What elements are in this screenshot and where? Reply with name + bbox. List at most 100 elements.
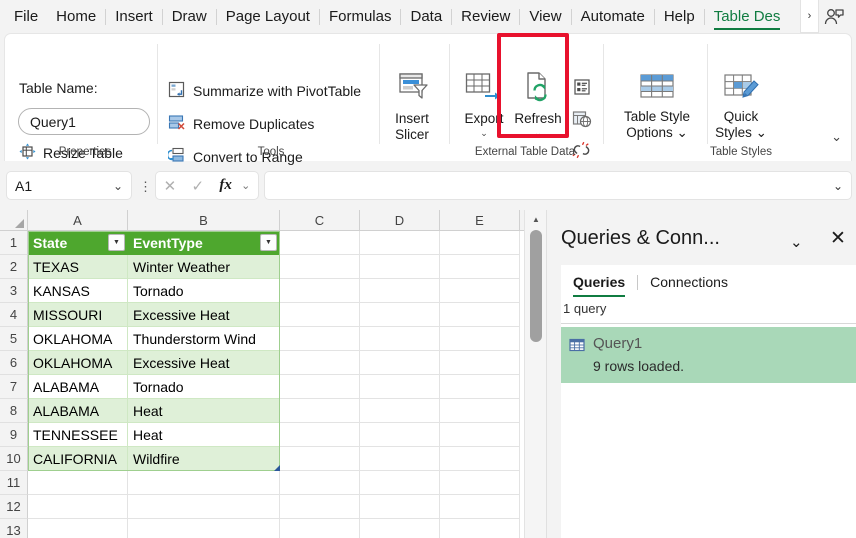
export-button[interactable]: Export ⌄	[453, 72, 515, 138]
summarize-with-pivottable-button[interactable]: Summarize with PivotTable	[168, 79, 361, 103]
tab-help[interactable]: Help	[655, 0, 704, 33]
vertical-scroll-thumb[interactable]	[530, 230, 542, 342]
tab-view[interactable]: View	[520, 0, 570, 33]
table-cell[interactable]: Heat	[128, 399, 280, 423]
refresh-button[interactable]: Refresh ⌄	[507, 72, 569, 138]
tab-automate[interactable]: Automate	[572, 0, 654, 33]
table-cell[interactable]: Thunderstorm Wind	[128, 327, 280, 351]
row-header-9[interactable]: 9	[0, 423, 28, 447]
spreadsheet-grid[interactable]: A B C D E 1 2 3 4 5 6 7 8 9 10 11 12 13 …	[0, 210, 546, 538]
row-header-2[interactable]: 2	[0, 255, 28, 279]
row-header-11[interactable]: 11	[0, 471, 28, 495]
row-header-5[interactable]: 5	[0, 327, 28, 351]
select-all-corner[interactable]	[0, 210, 28, 231]
insert-slicer-button[interactable]: Insert Slicer	[381, 72, 443, 143]
insert-slicer-label-line2: Slicer	[395, 127, 429, 143]
chevron-down-icon[interactable]: ⌄	[534, 128, 542, 138]
tab-data[interactable]: Data	[401, 0, 451, 33]
group-label-table-styles: Table Styles	[705, 146, 777, 158]
expand-formula-bar-icon[interactable]: ⌄	[833, 179, 843, 193]
table-cell[interactable]: TENNESSEE	[28, 423, 128, 447]
name-box-value: A1	[15, 178, 32, 194]
table-cell[interactable]: Winter Weather	[128, 255, 280, 279]
open-in-browser-icon[interactable]	[571, 108, 593, 130]
quick-styles-button[interactable]: Quick Styles ⌄	[711, 72, 771, 141]
tab-draw[interactable]: Draw	[163, 0, 216, 33]
table-resize-handle[interactable]	[274, 465, 280, 471]
tab-table-design[interactable]: Table Des	[705, 0, 790, 33]
row-header-7[interactable]: 7	[0, 375, 28, 399]
row-header-13[interactable]: 13	[0, 519, 28, 538]
row-header-8[interactable]: 8	[0, 399, 28, 423]
query-list-item-query1[interactable]: Query1 9 rows loaded.	[561, 327, 856, 383]
refresh-icon	[521, 72, 555, 108]
name-box[interactable]: A1 ⌄	[6, 171, 132, 200]
ribbon-collapse-chevron-icon[interactable]: ⌄	[831, 129, 842, 145]
confirm-icon[interactable]: ✓	[192, 177, 205, 195]
table-cell[interactable]: OKLAHOMA	[28, 351, 128, 375]
vertical-scrollbar[interactable]: ▲	[524, 210, 546, 538]
share-person-icon[interactable]	[821, 5, 847, 29]
properties-icon[interactable]	[571, 76, 593, 98]
table-cell[interactable]: TEXAS	[28, 255, 128, 279]
row-header-4[interactable]: 4	[0, 303, 28, 327]
column-header-b[interactable]: B	[128, 210, 280, 231]
cancel-icon[interactable]: ✕	[164, 177, 177, 195]
table-cell[interactable]: OKLAHOMA	[28, 327, 128, 351]
table-cell[interactable]: ALABAMA	[28, 375, 128, 399]
table-cell[interactable]: Tornado	[128, 375, 280, 399]
insert-slicer-label-line1: Insert	[395, 111, 429, 127]
table-style-options-button[interactable]: Table Style Options ⌄	[617, 72, 697, 141]
chevron-down-icon[interactable]: ⌄	[113, 179, 123, 193]
row-header-3[interactable]: 3	[0, 279, 28, 303]
tab-file[interactable]: File	[0, 0, 47, 33]
insert-function-icon[interactable]: fx	[219, 177, 232, 194]
ribbon-tab-strip: File Home Insert Draw Page Layout Formul…	[0, 0, 856, 33]
scroll-up-arrow-icon[interactable]: ▲	[525, 211, 547, 228]
table-cell[interactable]: ALABAMA	[28, 399, 128, 423]
tab-insert[interactable]: Insert	[106, 0, 162, 33]
pane-close-icon[interactable]: ✕	[830, 229, 846, 248]
column-header-d[interactable]: D	[360, 210, 440, 231]
table-header-eventtype[interactable]: EventType	[128, 231, 280, 255]
remove-duplicates-button[interactable]: Remove Duplicates	[168, 112, 314, 136]
pane-menu-chevron-icon[interactable]: ⌄	[790, 233, 803, 251]
tab-page-layout[interactable]: Page Layout	[217, 0, 319, 33]
table-name-label: Table Name:	[19, 80, 98, 96]
tab-formulas[interactable]: Formulas	[320, 0, 401, 33]
table-cell[interactable]: CALIFORNIA	[28, 447, 128, 471]
table-cell[interactable]: Tornado	[128, 279, 280, 303]
table-style-options-label-line1: Table Style	[624, 109, 690, 125]
table-cell[interactable]: KANSAS	[28, 279, 128, 303]
table-cell[interactable]: MISSOURI	[28, 303, 128, 327]
pane-title: Queries & Conn...	[561, 227, 720, 250]
query-count-label: 1 query	[563, 301, 606, 316]
table-cell[interactable]: Wildfire	[128, 447, 280, 471]
tab-review[interactable]: Review	[452, 0, 519, 33]
row-header-6[interactable]: 6	[0, 351, 28, 375]
table-cell[interactable]: Excessive Heat	[128, 351, 280, 375]
quick-styles-icon	[722, 72, 760, 106]
column-header-a[interactable]: A	[28, 210, 128, 231]
row-header-10[interactable]: 10	[0, 447, 28, 471]
chevron-down-icon[interactable]: ⌄	[480, 128, 488, 138]
filter-dropdown-eventtype[interactable]: ▼	[260, 234, 277, 251]
filter-dropdown-state[interactable]: ▼	[108, 234, 125, 251]
column-header-c[interactable]: C	[280, 210, 360, 231]
formula-bar-grip[interactable]: ⋮	[139, 179, 152, 195]
tab-home[interactable]: Home	[47, 0, 105, 33]
table-cell[interactable]: Excessive Heat	[128, 303, 280, 327]
table-cell[interactable]: Heat	[128, 423, 280, 447]
formula-input[interactable]: ⌄	[264, 171, 852, 200]
table-name-input[interactable]	[18, 108, 150, 135]
pane-tab-connections[interactable]: Connections	[638, 265, 740, 299]
row-header-1[interactable]: 1	[0, 231, 28, 255]
export-label: Export	[464, 111, 503, 127]
pane-tab-queries[interactable]: Queries	[561, 265, 637, 299]
group-divider	[449, 44, 450, 144]
row-header-12[interactable]: 12	[0, 495, 28, 519]
tab-overflow-button[interactable]: ›	[800, 0, 819, 33]
chevron-down-icon[interactable]: ⌄	[241, 179, 250, 192]
column-header-e[interactable]: E	[440, 210, 520, 231]
group-label-properties: Properties	[19, 146, 151, 158]
